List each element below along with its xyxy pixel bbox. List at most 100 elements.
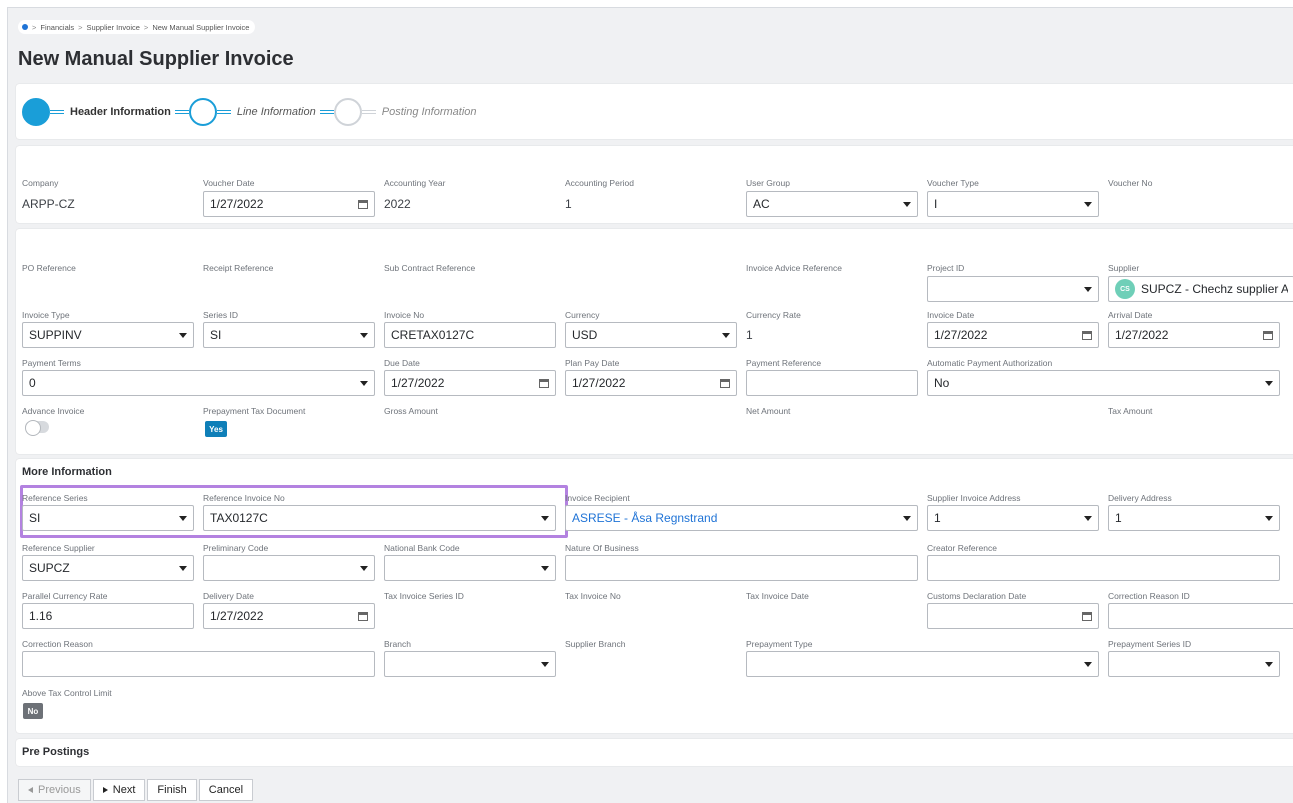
calendar-icon[interactable] <box>1082 611 1092 621</box>
step-header-circle[interactable] <box>22 97 50 126</box>
parallel-currency-rate-input[interactable]: 1.16 <box>22 603 194 629</box>
delivery-date-field[interactable]: 1/27/2022 <box>203 603 375 629</box>
invoice-date-field[interactable]: 1/27/2022 <box>927 322 1099 348</box>
voucher-type-select[interactable]: I <box>927 191 1099 217</box>
step-posting-label[interactable]: Posting Information <box>382 106 477 118</box>
nature-of-business-input[interactable] <box>565 555 918 581</box>
project-id-label: Project ID <box>927 263 965 273</box>
chevron-down-icon[interactable] <box>541 661 549 667</box>
calendar-icon[interactable] <box>358 199 368 209</box>
chevron-left-icon <box>28 787 33 793</box>
currency-select[interactable]: USD <box>565 322 737 348</box>
step-line-circle[interactable] <box>188 97 217 126</box>
user-group-select[interactable]: AC <box>746 191 918 217</box>
reference-series-select[interactable]: SI <box>22 505 194 531</box>
branch-label: Branch <box>384 639 411 649</box>
next-button[interactable]: Next <box>92 779 146 801</box>
delivery-address-label: Delivery Address <box>1108 493 1172 503</box>
calendar-icon[interactable] <box>539 378 549 388</box>
invoice-type-label: Invoice Type <box>22 310 70 320</box>
chevron-down-icon[interactable] <box>1265 380 1273 386</box>
invoice-type-select[interactable]: SUPPINV <box>22 322 194 348</box>
calendar-icon[interactable] <box>358 611 368 621</box>
prepayment-type-select[interactable] <box>746 651 1099 677</box>
chevron-down-icon[interactable] <box>1084 661 1092 667</box>
prepayment-tax-document-badge[interactable]: Yes <box>205 421 227 437</box>
series-id-select[interactable]: SI <box>203 322 375 348</box>
step-connector <box>50 109 64 114</box>
branch-select[interactable] <box>384 651 556 677</box>
supplier-invoice-address-label: Supplier Invoice Address <box>927 493 1021 503</box>
chevron-down-icon[interactable] <box>360 332 368 338</box>
payment-terms-select[interactable]: 0 <box>22 370 375 396</box>
pre-postings-panel <box>16 739 1293 766</box>
chevron-down-icon[interactable] <box>903 515 911 521</box>
due-date-field[interactable]: 1/27/2022 <box>384 370 556 396</box>
calendar-icon[interactable] <box>1082 330 1092 340</box>
chevron-down-icon[interactable] <box>722 332 730 338</box>
chevron-right-icon: > <box>143 22 149 32</box>
step-header-label[interactable]: Header Information <box>70 106 171 118</box>
chevron-down-icon[interactable] <box>541 565 549 571</box>
national-bank-code-select[interactable] <box>384 555 556 581</box>
reference-invoice-no-select[interactable]: TAX0127C <box>203 505 556 531</box>
step-line-label[interactable]: Line Information <box>237 106 316 118</box>
invoice-recipient-label: Invoice Recipient <box>565 493 630 503</box>
previous-button[interactable]: Previous <box>18 779 91 801</box>
breadcrumb-supplier-invoice[interactable]: Supplier Invoice <box>87 23 140 32</box>
chevron-down-icon[interactable] <box>1265 661 1273 667</box>
chevron-down-icon[interactable] <box>179 565 187 571</box>
automatic-payment-authorization-select[interactable]: No <box>927 370 1280 396</box>
company-label: Company <box>22 178 59 188</box>
finish-button[interactable]: Finish <box>147 779 197 801</box>
plan-pay-date-field[interactable]: 1/27/2022 <box>565 370 737 396</box>
chevron-down-icon[interactable] <box>1084 201 1092 207</box>
pre-postings-title[interactable]: Pre Postings <box>22 746 89 758</box>
cancel-button[interactable]: Cancel <box>198 779 254 801</box>
chevron-down-icon[interactable] <box>1084 515 1092 521</box>
advance-invoice-toggle[interactable] <box>25 420 49 436</box>
home-icon[interactable] <box>22 24 28 30</box>
supplier-field[interactable]: CS SUPCZ - Chechz supplier AR <box>1108 276 1293 302</box>
creator-reference-input[interactable] <box>927 555 1280 581</box>
chevron-down-icon[interactable] <box>541 515 549 521</box>
invoice-no-input[interactable]: CRETAX0127C <box>384 322 556 348</box>
voucher-date-field[interactable]: 1/27/2022 <box>203 191 375 217</box>
chevron-down-icon[interactable] <box>903 201 911 207</box>
above-tax-control-limit-badge[interactable]: No <box>23 703 43 719</box>
more-info-title[interactable]: More Information <box>22 466 112 478</box>
invoice-date-label: Invoice Date <box>927 310 975 320</box>
creator-reference-label: Creator Reference <box>927 543 997 553</box>
arrival-date-field[interactable]: 1/27/2022 <box>1108 322 1280 348</box>
prepayment-series-id-select[interactable] <box>1108 651 1280 677</box>
reference-supplier-label: Reference Supplier <box>22 543 95 553</box>
chevron-down-icon[interactable] <box>179 515 187 521</box>
chevron-down-icon[interactable] <box>360 380 368 386</box>
invoice-no-label: Invoice No <box>384 310 425 320</box>
correction-reason-id-input[interactable] <box>1108 603 1293 629</box>
net-amount-label: Net Amount <box>746 406 791 416</box>
calendar-icon[interactable] <box>1263 330 1273 340</box>
correction-reason-label: Correction Reason <box>22 639 93 649</box>
breadcrumb-financials[interactable]: Financials <box>40 23 74 32</box>
voucher-date-label: Voucher Date <box>203 178 255 188</box>
invoice-recipient-select[interactable]: ASRESE - Åsa Regnstrand <box>565 505 918 531</box>
preliminary-code-select[interactable] <box>203 555 375 581</box>
calendar-icon[interactable] <box>720 378 730 388</box>
delivery-address-select[interactable]: 1 <box>1108 505 1280 531</box>
chevron-down-icon[interactable] <box>360 565 368 571</box>
supplier-invoice-address-select[interactable]: 1 <box>927 505 1099 531</box>
reference-supplier-select[interactable]: SUPCZ <box>22 555 194 581</box>
reference-series-label: Reference Series <box>22 493 88 503</box>
chevron-down-icon[interactable] <box>1265 515 1273 521</box>
nature-of-business-label: Nature Of Business <box>565 543 639 553</box>
chevron-down-icon[interactable] <box>1084 286 1092 292</box>
project-id-select[interactable] <box>927 276 1099 302</box>
step-posting-circle[interactable] <box>333 97 362 126</box>
preliminary-code-label: Preliminary Code <box>203 543 269 553</box>
payment-reference-input[interactable] <box>746 370 918 396</box>
correction-reason-input[interactable] <box>22 651 375 677</box>
chevron-down-icon[interactable] <box>179 332 187 338</box>
customs-declaration-date-field[interactable] <box>927 603 1099 629</box>
accounting-period-value: 1 <box>565 197 572 211</box>
